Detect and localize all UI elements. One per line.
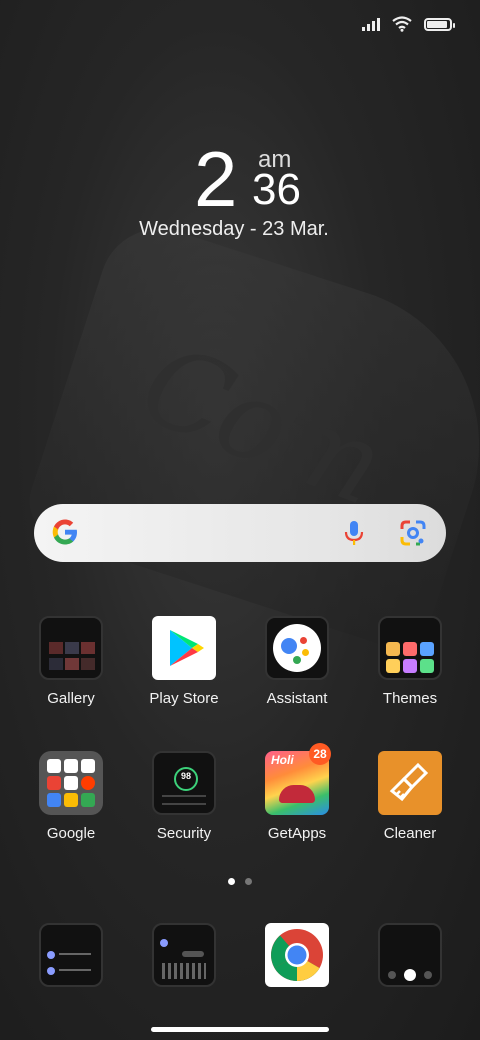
app-label: Google: [46, 825, 96, 842]
cleaner-broom-icon: [378, 751, 442, 815]
clock-minute: 36: [252, 165, 301, 214]
app-label: Cleaner: [383, 825, 437, 842]
page-dot[interactable]: [245, 878, 252, 885]
app-google-folder[interactable]: Google: [21, 751, 121, 842]
cellular-signal-icon: [362, 17, 380, 31]
app-label: Play Store: [149, 690, 219, 707]
clock-hour: 2: [194, 135, 238, 223]
dock-chrome[interactable]: [247, 923, 347, 987]
status-bar: [362, 16, 455, 32]
assistant-icon: [265, 616, 329, 680]
getapps-banner: Holi: [271, 753, 294, 767]
google-folder-icon: [39, 751, 103, 815]
app-label: Security: [156, 825, 212, 842]
app-label: Assistant: [266, 690, 328, 707]
wifi-icon: [392, 16, 412, 32]
app-security[interactable]: 98 Security: [134, 751, 234, 842]
battery-icon: [424, 17, 455, 31]
app-label: GetApps: [267, 825, 327, 842]
contacts-phone-icon: [39, 923, 103, 987]
play-store-icon: [152, 616, 216, 680]
dock-camera[interactable]: [360, 923, 460, 987]
app-assistant[interactable]: Assistant: [247, 616, 347, 707]
page-dot-active[interactable]: [228, 878, 235, 885]
app-label: Themes: [382, 690, 438, 707]
clock-date: Wednesday - 23 Mar.: [139, 218, 329, 240]
security-score: 98: [180, 771, 191, 781]
google-search-bar[interactable]: [34, 504, 446, 562]
app-label: Gallery: [47, 690, 95, 707]
app-cleaner[interactable]: Cleaner: [360, 751, 460, 842]
security-icon: 98: [152, 751, 216, 815]
app-getapps[interactable]: Holi 28 GetApps: [247, 743, 347, 842]
gesture-home-bar[interactable]: [151, 1027, 329, 1032]
page-indicator[interactable]: [0, 878, 480, 885]
dock-contacts[interactable]: [21, 923, 121, 987]
google-lens-icon[interactable]: [399, 519, 427, 547]
themes-icon: [378, 616, 442, 680]
app-gallery[interactable]: Gallery: [21, 616, 121, 707]
microphone-icon[interactable]: [342, 519, 366, 547]
gallery-icon: [39, 616, 103, 680]
app-play-store[interactable]: Play Store: [134, 616, 234, 707]
chrome-icon: [265, 923, 329, 987]
app-themes[interactable]: Themes: [360, 616, 460, 707]
camera-icon: [378, 923, 442, 987]
notification-badge: 28: [309, 743, 331, 765]
messages-icon: [152, 923, 216, 987]
google-g-icon: [52, 519, 77, 545]
dock-messages[interactable]: [134, 923, 234, 987]
